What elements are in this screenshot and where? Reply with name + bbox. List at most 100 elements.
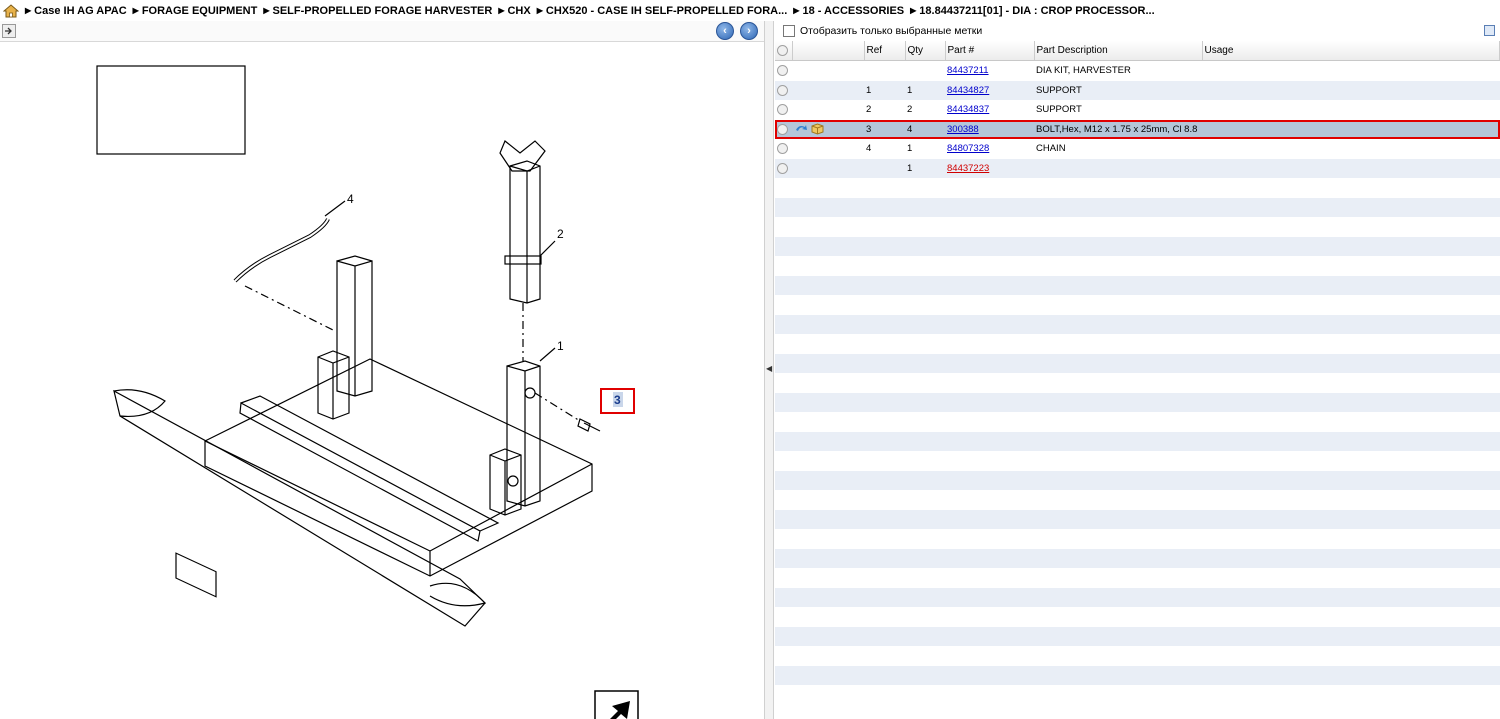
table-row	[775, 334, 1500, 354]
empty-cell	[945, 295, 1034, 315]
empty-cell	[905, 178, 945, 198]
table-row[interactable]: 3 4 300388 BOLT,Hex, M12 x 1.75 x 25mm, Cl …	[775, 119, 1500, 139]
row-qty: 1	[905, 80, 945, 100]
next-arrow-icon[interactable]: ›	[740, 22, 758, 40]
row-usage	[1202, 139, 1500, 159]
row-part-number[interactable]: 84807328	[945, 139, 1034, 159]
part-number-link[interactable]: 84807328	[947, 143, 989, 154]
table-row	[775, 236, 1500, 256]
table-row[interactable]: 1 1 84434827 SUPPORT	[775, 80, 1500, 100]
arrow-cycle-icon[interactable]	[794, 123, 808, 135]
breadcrumb-item[interactable]: ▶ Case IH AG APAC	[25, 5, 127, 17]
table-row[interactable]: 4 1 84807328 CHAIN	[775, 139, 1500, 159]
empty-cell	[1034, 607, 1202, 627]
empty-cell	[945, 314, 1034, 334]
empty-cell	[775, 548, 792, 568]
part-number-link[interactable]: 300388	[947, 124, 979, 135]
row-select-icon[interactable]	[775, 60, 792, 81]
description-column-header[interactable]: Part Description	[1034, 41, 1203, 61]
right-scoop	[429, 582, 487, 607]
empty-cell	[945, 373, 1034, 393]
empty-cell	[945, 178, 1034, 198]
qty-column-header[interactable]: Qty	[905, 41, 946, 61]
usage-column-header[interactable]: Usage	[1202, 41, 1500, 61]
home-icon[interactable]	[2, 3, 20, 18]
empty-cell	[792, 295, 864, 315]
empty-cell	[1202, 295, 1500, 315]
empty-cell	[864, 587, 905, 607]
empty-cell	[1034, 334, 1202, 354]
row-icons-cell	[792, 60, 864, 81]
row-part-number[interactable]: 84437211	[945, 60, 1034, 81]
right-post	[506, 360, 541, 507]
table-row	[775, 314, 1500, 334]
callout-3[interactable]: 3	[614, 393, 621, 407]
next-page-arrow-icon[interactable]	[594, 690, 639, 719]
empty-cell	[1202, 548, 1500, 568]
empty-cell	[864, 431, 905, 451]
empty-cell	[792, 392, 864, 412]
show-selected-label[interactable]: Отобразить только выбранные метки	[800, 25, 982, 37]
breadcrumb-item[interactable]: ▶ SELF-PROPELLED FORAGE HARVESTER	[263, 5, 492, 17]
empty-cell	[1202, 314, 1500, 334]
grid-view-icon[interactable]	[1484, 25, 1495, 36]
row-description: BOLT,Hex, M12 x 1.75 x 25mm, Cl 8.8	[1034, 119, 1202, 139]
row-ref: 2	[864, 100, 905, 120]
thumbnail-frame	[96, 65, 246, 155]
empty-cell	[775, 275, 792, 295]
breadcrumb-item[interactable]: ▶ CHX520 - CASE IH SELF-PROPELLED FORA...	[537, 5, 788, 17]
row-select-icon[interactable]	[775, 80, 792, 100]
breadcrumb-item[interactable]: ▶ CHX	[498, 5, 530, 17]
empty-cell	[945, 470, 1034, 490]
ref-column-header[interactable]: Ref	[864, 41, 906, 61]
part-number-link[interactable]: 84437211	[947, 65, 989, 76]
breadcrumb-item[interactable]: ▶ 18.84437211[01] - DIA : CROP PROCESSOR.…	[910, 5, 1155, 17]
callout-4[interactable]: 4	[347, 192, 354, 206]
row-ref	[864, 60, 905, 81]
empty-cell	[1202, 685, 1500, 705]
export-icon[interactable]	[2, 24, 16, 38]
row-part-number[interactable]: 84434837	[945, 100, 1034, 120]
row-part-number[interactable]: 84434827	[945, 80, 1034, 100]
empty-cell	[1202, 431, 1500, 451]
table-row	[775, 607, 1500, 627]
breadcrumb-item[interactable]: ▶ 18 - ACCESSORIES	[793, 5, 904, 17]
row-ref: 1	[864, 80, 905, 100]
row-select-icon[interactable]	[775, 100, 792, 120]
empty-cell	[1034, 314, 1202, 334]
table-row	[775, 490, 1500, 510]
callout-2[interactable]: 2	[557, 227, 564, 241]
row-select-icon[interactable]	[775, 119, 792, 139]
row-description: SUPPORT	[1034, 80, 1202, 100]
table-row	[775, 295, 1500, 315]
row-select-icon[interactable]	[775, 158, 792, 178]
breadcrumb-item[interactable]: ▶ FORAGE EQUIPMENT	[133, 5, 258, 17]
triangle-right-icon: ▶	[263, 6, 270, 15]
table-row	[775, 470, 1500, 490]
table-row[interactable]: 2 2 84434837 SUPPORT	[775, 100, 1500, 120]
empty-cell	[1202, 334, 1500, 354]
empty-cell	[792, 451, 864, 471]
row-select-icon[interactable]	[775, 139, 792, 159]
empty-cell	[945, 353, 1034, 373]
row-part-number[interactable]: 300388	[945, 119, 1034, 139]
panel-splitter[interactable]: ◀	[764, 21, 774, 719]
collapse-arrow-icon[interactable]: ◀	[766, 364, 772, 373]
empty-cell	[945, 197, 1034, 217]
select-all-icon[interactable]	[775, 41, 793, 61]
part-number-link[interactable]: 84437223	[947, 163, 989, 174]
previous-arrow-icon[interactable]: ‹	[716, 22, 734, 40]
part-number-link[interactable]: 84434837	[947, 104, 989, 115]
empty-cell	[1202, 217, 1500, 237]
callout-1[interactable]: 1	[557, 339, 564, 353]
row-part-number[interactable]: 84437223	[945, 158, 1034, 178]
part-number-link[interactable]: 84434827	[947, 85, 989, 96]
parts-list-panel: Отобразить только выбранные метки Ref Qt…	[775, 21, 1500, 719]
part-number-column-header[interactable]: Part #	[945, 41, 1035, 61]
table-row[interactable]: 84437211 DIA KIT, HARVESTER	[775, 60, 1500, 81]
platform-base	[204, 358, 593, 577]
package-icon[interactable]	[811, 123, 824, 135]
empty-cell	[792, 607, 864, 627]
show-selected-checkbox[interactable]	[783, 25, 795, 37]
table-row[interactable]: 1 84437223	[775, 158, 1500, 178]
